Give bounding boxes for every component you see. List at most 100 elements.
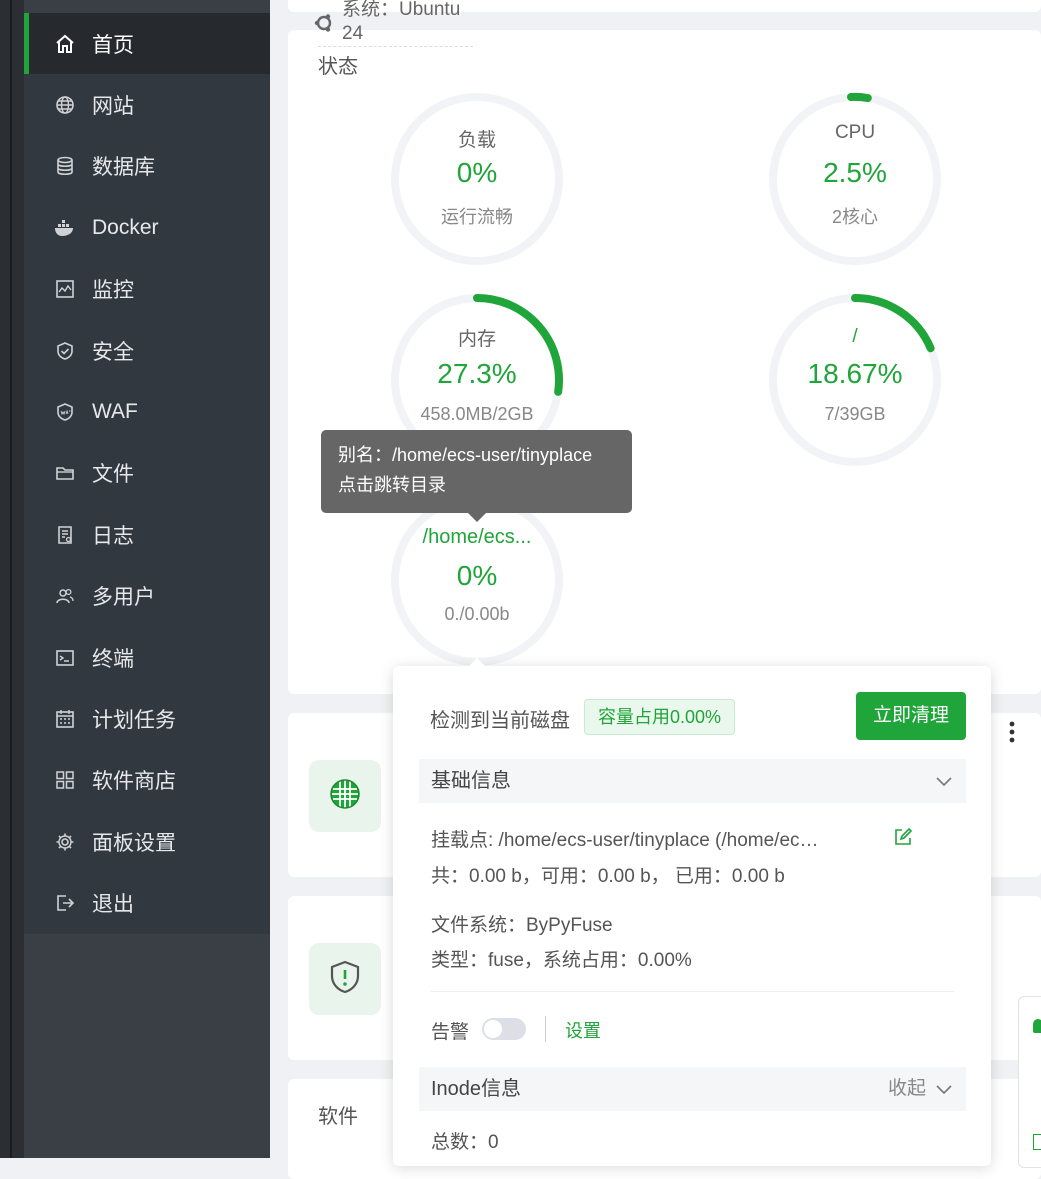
users-icon [54, 585, 76, 607]
monitor-icon [54, 278, 76, 300]
sidebar-item-label: 文件 [92, 463, 134, 487]
gauge-sub: 运行流畅 [441, 207, 513, 227]
sidebar-item-label: 监控 [92, 279, 134, 303]
software-title: 软件 [318, 1106, 358, 1128]
log-icon [54, 524, 76, 546]
gauge-load[interactable]: 负载 0% 运行流畅 [387, 89, 567, 269]
capacity-usage-badge: 容量占用0.00% [584, 699, 736, 735]
database-icon [54, 155, 76, 177]
sidebar-item-files[interactable]: 文件 [24, 443, 270, 504]
sidebar-item-label: 安全 [92, 340, 134, 364]
calendar-icon [54, 708, 76, 730]
divider [431, 991, 954, 992]
system-info: 系统：Ubuntu 24 [342, 0, 460, 46]
clean-now-button[interactable]: 立即清理 [856, 692, 966, 740]
sidebar-item-users[interactable]: 多用户 [24, 566, 270, 627]
sidebar-item-logout[interactable]: 退出 [24, 872, 270, 933]
home-icon [54, 33, 76, 55]
system-name: 系统：Ubuntu [342, 0, 461, 20]
shield-alert-icon [329, 960, 361, 999]
filesystem: 文件系统：ByPyFuse [431, 915, 613, 936]
sidebar-item-docker[interactable]: Docker [24, 197, 270, 258]
capacity-totals: 共：0.00 b，可用：0.00 b， 已用：0.00 b [431, 866, 785, 887]
sidebar-item-monitor[interactable]: 监控 [24, 259, 270, 320]
sidebar-item-label: 面板设置 [92, 831, 176, 855]
gauge-sub: 458.0MB/2GB [420, 404, 534, 424]
sidebar-item-label: 退出 [92, 893, 134, 917]
disk-detail-popover: 检测到当前磁盘 容量占用0.00% 立即清理 基础信息 挂载点: /home/e… [393, 658, 991, 1166]
sidebar-item-cron[interactable]: 计划任务 [24, 688, 270, 749]
gauge-value: 27.3% [437, 358, 517, 389]
gauge-sub: 7/39GB [824, 404, 886, 424]
chevron-down-icon[interactable] [936, 1067, 952, 1111]
website-grid-icon [328, 777, 362, 816]
sidebar-item-store[interactable]: 软件商店 [24, 750, 270, 811]
separator [545, 1016, 546, 1042]
gauge-cpu[interactable]: CPU 2.5% 2核心 [765, 89, 945, 269]
docker-icon [54, 217, 76, 239]
chevron-down-icon [936, 759, 952, 803]
gauge-sub: 0./0.00b [444, 604, 510, 624]
alarm-label: 告警 [431, 1022, 470, 1043]
gauge-value: 0% [456, 157, 498, 188]
sidebar: 首页 网站 数据库 Docker 监控 安全 WAF 文件 日志 多用户 终端 … [24, 0, 270, 1158]
folder-icon [54, 462, 76, 484]
gauge-label: /home/ecs... [422, 526, 532, 548]
feedback-icon [1033, 1019, 1041, 1033]
gauge-label: / [852, 326, 858, 347]
sidebar-item-label: 网站 [92, 95, 134, 119]
gauge-root-disk[interactable]: / 18.67% 7/39GB [765, 290, 945, 470]
tooltip-alias: 别名：/home/ecs-user/tinyplace [338, 445, 593, 465]
gauge-value: 18.67% [807, 358, 903, 389]
gauge-label: 内存 [457, 329, 496, 350]
inode-total: 总数：0 [431, 1132, 499, 1153]
sidebar-item-terminal[interactable]: 终端 [24, 627, 270, 688]
terminal-icon [54, 647, 76, 669]
window-edge [0, 0, 24, 1158]
sidebar-item-logs[interactable]: 日志 [24, 504, 270, 565]
gauge-arc [847, 92, 872, 103]
sidebar-item-label: 计划任务 [92, 708, 176, 732]
sidebar-item-settings[interactable]: 面板设置 [24, 811, 270, 872]
tooltip-hint: 点击跳转目录 [338, 475, 446, 495]
security-card-icon-box [309, 943, 381, 1015]
sidebar-item-label: 日志 [92, 524, 134, 548]
collapse-link[interactable]: 收起 [888, 1067, 926, 1111]
more-options-icon[interactable] [1006, 720, 1018, 749]
status-title: 状态 [318, 56, 358, 78]
grid-icon [54, 769, 76, 791]
globe-icon [54, 94, 76, 116]
shield-icon [54, 340, 76, 362]
sidebar-item-label: 软件商店 [92, 770, 176, 794]
sidebar-item-label: 首页 [92, 33, 134, 57]
gauge-sub: 2核心 [831, 207, 878, 227]
gauge-value: 0% [456, 560, 498, 591]
sidebar-menu: 首页 网站 数据库 Docker 监控 安全 WAF 文件 日志 多用户 终端 … [24, 13, 270, 934]
sidebar-item-database[interactable]: 数据库 [24, 136, 270, 197]
sidebar-item-home[interactable]: 首页 [24, 13, 270, 75]
mount-point: 挂载点: /home/ecs-user/tinyplace (/home/ec… [431, 830, 819, 851]
website-card-icon-box [309, 760, 381, 832]
sidebar-item-label: 终端 [92, 647, 134, 671]
edit-icon[interactable] [893, 827, 913, 852]
sidebar-item-label: 多用户 [92, 586, 155, 610]
basic-info-title: 基础信息 [431, 770, 511, 792]
inode-info-header: Inode信息 收起 [419, 1067, 966, 1111]
alarm-settings-link[interactable]: 设置 [565, 1017, 601, 1043]
sidebar-item-website[interactable]: 网站 [24, 74, 270, 135]
logout-icon [54, 892, 76, 914]
floating-widget-edge[interactable] [1018, 996, 1041, 1168]
gauge-label: 负载 [457, 130, 496, 151]
sidebar-item-label: WAF [92, 400, 138, 424]
gauge-value: 2.5% [823, 157, 887, 188]
system-version: 24 [342, 23, 364, 44]
sidebar-item-waf[interactable]: WAF [24, 381, 270, 442]
sidebar-item-security[interactable]: 安全 [24, 320, 270, 381]
basic-info-header[interactable]: 基础信息 [419, 759, 966, 803]
gear-icon [54, 831, 76, 853]
fs-type: 类型：fuse，系统占用：0.00% [431, 950, 692, 971]
ubuntu-icon [313, 12, 335, 39]
alarm-toggle[interactable] [482, 1018, 526, 1040]
divider [318, 46, 473, 47]
waf-shield-icon [54, 401, 76, 423]
